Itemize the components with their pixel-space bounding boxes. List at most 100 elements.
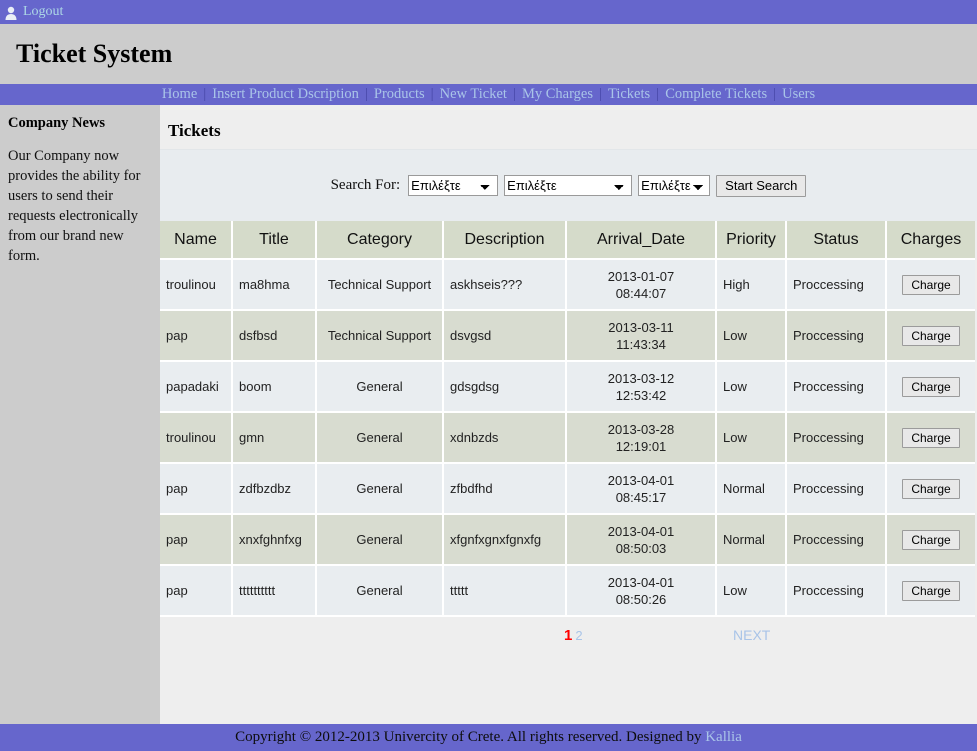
body-split: Company News Our Company now provides th… <box>0 105 977 724</box>
cell-category: General <box>316 412 444 464</box>
page-title: Tickets <box>168 121 221 140</box>
table-header-row: Name Title Category Description Arrival_… <box>160 221 975 260</box>
nav-item-my-charges[interactable]: My Charges <box>516 87 599 102</box>
nav-list: Home | Insert Product Dscription | Produ… <box>156 87 821 102</box>
nav-item-new-ticket[interactable]: New Ticket <box>434 87 513 102</box>
search-select-2[interactable]: Επιλέξτε <box>504 175 633 196</box>
nav-item-insert-product-description[interactable]: Insert Product Dscription <box>206 87 365 102</box>
top-bar: Logout <box>0 0 977 24</box>
cell-title: ma8hma <box>232 259 317 311</box>
cell-category: Technical Support <box>316 259 444 311</box>
charge-button[interactable]: Charge <box>902 325 960 346</box>
table-row: troulinou gmn General xdnbzds 2013-03-28… <box>160 412 975 464</box>
cell-category: General <box>316 565 444 617</box>
cell-arrival-date: 2013-03-11 11:43:34 <box>566 310 717 362</box>
cell-date-part: 2013-03-11 <box>608 319 674 335</box>
cell-status: Proccessing <box>786 514 887 566</box>
cell-date-part: 2013-03-12 <box>607 370 675 386</box>
cell-title: zdfbzdbz <box>232 463 317 515</box>
cell-priority: Low <box>716 412 787 464</box>
cell-description: dsvgsd <box>443 310 567 362</box>
table-row: pap zdfbzdbz General zfbdfhd 2013-04-01 … <box>160 463 975 515</box>
footer-copyright-text: Copyright © 2012-2013 Univercity of Cret… <box>235 729 706 745</box>
nav-item-complete-tickets[interactable]: Complete Tickets <box>659 87 773 102</box>
nav-item-products[interactable]: Products <box>368 87 431 102</box>
main-navigation: Home | Insert Product Dscription | Produ… <box>0 84 977 105</box>
cell-charges: Charge <box>886 514 975 566</box>
cell-name: pap <box>160 463 233 515</box>
cell-category: Technical Support <box>316 310 444 362</box>
cell-description: zfbdfhd <box>443 463 567 515</box>
table-row: pap tttttttttt General ttttt 2013-04-01 … <box>160 565 975 617</box>
cell-title: dsfbsd <box>232 310 317 362</box>
table-row: pap xnxfghnfxg General xfgnfxgnxfgnxfg 2… <box>160 514 975 566</box>
cell-charges: Charge <box>886 565 975 617</box>
column-header-priority[interactable]: Priority <box>716 221 787 260</box>
start-search-button[interactable]: Start Search <box>716 174 807 197</box>
cell-arrival-date: 2013-01-07 08:44:07 <box>566 259 717 311</box>
column-header-arrival-date[interactable]: Arrival_Date <box>566 221 717 260</box>
column-header-status[interactable]: Status <box>786 221 887 260</box>
cell-time-part: 11:43:34 <box>616 336 666 352</box>
nav-item-home[interactable]: Home <box>156 87 203 102</box>
cell-name: pap <box>160 565 233 617</box>
cell-priority: Low <box>716 565 787 617</box>
cell-priority: Low <box>716 361 787 413</box>
column-header-title[interactable]: Title <box>232 221 317 260</box>
cell-date-part: 2013-03-28 <box>607 421 675 437</box>
charge-button[interactable]: Charge <box>902 580 960 601</box>
site-banner: Ticket System <box>0 24 977 84</box>
search-select-1[interactable]: Επιλέξτε <box>408 175 499 196</box>
cell-time-part: 08:45:17 <box>615 489 667 505</box>
cell-time-part: 12:19:01 <box>615 438 667 454</box>
user-icon <box>4 6 18 21</box>
column-header-charges[interactable]: Charges <box>886 221 975 260</box>
sidebar-news-text: Our Company now provides the ability for… <box>8 148 141 264</box>
search-form: Search For: Επιλέξτε Επιλέξτε Επιλέξτε S… <box>331 174 807 197</box>
tickets-table-head: Name Title Category Description Arrival_… <box>160 221 975 260</box>
logout-link[interactable]: Logout <box>23 4 63 20</box>
nav-item-tickets[interactable]: Tickets <box>602 87 656 102</box>
cell-status: Proccessing <box>786 463 887 515</box>
cell-date-part: 2013-04-01 <box>607 574 675 590</box>
footer-author-link[interactable]: Kallia <box>705 729 742 745</box>
charge-button[interactable]: Charge <box>902 478 960 499</box>
cell-category: General <box>316 463 444 515</box>
cell-priority: High <box>716 259 787 311</box>
pagination: 12 NEXT <box>160 617 977 671</box>
cell-charges: Charge <box>886 361 975 413</box>
cell-date-part: 2013-04-01 <box>607 472 675 488</box>
pagination-next-link[interactable]: NEXT <box>733 627 770 643</box>
pagination-current-page: 1 <box>564 627 573 644</box>
cell-arrival-date: 2013-03-28 12:19:01 <box>566 412 717 464</box>
cell-category: General <box>316 514 444 566</box>
column-header-category[interactable]: Category <box>316 221 444 260</box>
cell-date-part: 2013-01-07 <box>607 268 675 284</box>
cell-date-part: 2013-04-01 <box>607 523 675 539</box>
cell-priority: Normal <box>716 463 787 515</box>
charge-button[interactable]: Charge <box>902 427 960 448</box>
cell-charges: Charge <box>886 259 975 311</box>
pagination-page-2[interactable]: 2 <box>575 628 582 643</box>
column-header-description[interactable]: Description <box>443 221 567 260</box>
nav-item-users[interactable]: Users <box>776 87 821 102</box>
cell-name: troulinou <box>160 259 233 311</box>
cell-status: Proccessing <box>786 259 887 311</box>
charge-button[interactable]: Charge <box>902 274 960 295</box>
cell-time-part: 08:50:26 <box>615 591 667 607</box>
column-header-name[interactable]: Name <box>160 221 233 260</box>
site-title: Ticket System <box>16 39 173 68</box>
cell-description: ttttt <box>443 565 567 617</box>
charge-button[interactable]: Charge <box>902 376 960 397</box>
search-panel: Search For: Επιλέξτε Επιλέξτε Επιλέξτε S… <box>160 149 977 221</box>
cell-title: boom <box>232 361 317 413</box>
cell-status: Proccessing <box>786 565 887 617</box>
search-select-3[interactable]: Επιλέξτε <box>638 175 711 196</box>
site-footer: Copyright © 2012-2013 Univercity of Cret… <box>0 724 977 751</box>
cell-arrival-date: 2013-04-01 08:45:17 <box>566 463 717 515</box>
cell-title: xnxfghnfxg <box>232 514 317 566</box>
charge-button[interactable]: Charge <box>902 529 960 550</box>
cell-charges: Charge <box>886 463 975 515</box>
sidebar-heading: Company News <box>8 115 106 131</box>
cell-time-part: 08:44:07 <box>615 285 667 301</box>
